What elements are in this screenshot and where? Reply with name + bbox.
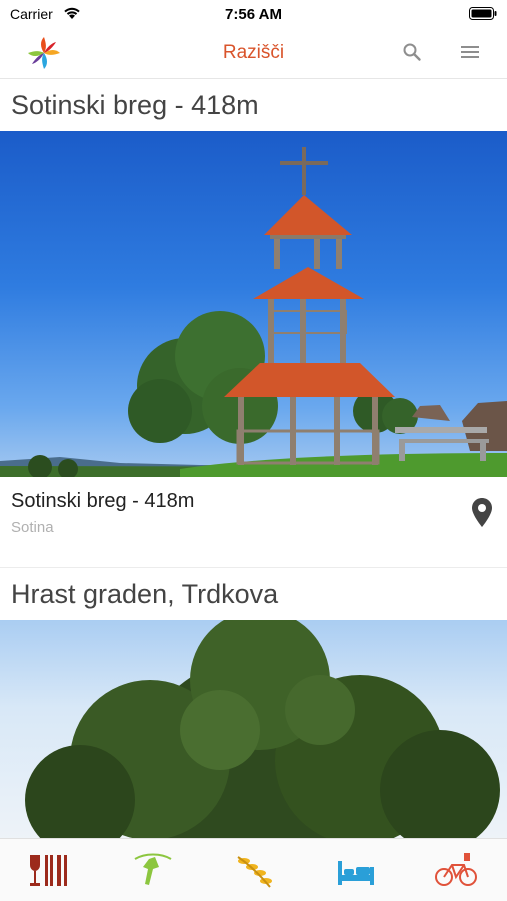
card-title: Sotinski breg - 418m — [11, 490, 195, 512]
location-pin-icon[interactable] — [470, 497, 494, 529]
card-header-title: Hrast graden, Trdkova — [0, 568, 507, 620]
status-time: 7:56 AM — [225, 6, 282, 23]
card-subtitle: Sotina — [11, 519, 54, 536]
cycling-icon[interactable] — [434, 851, 478, 891]
card-header-title: Sotinski breg - 418m — [0, 79, 507, 131]
page-title: Razišči — [222, 42, 285, 63]
status-bar: Carrier 7:56 AM — [0, 0, 507, 28]
menu-icon[interactable] — [460, 45, 480, 59]
navigation-bar: Razišči — [0, 28, 507, 79]
card-info[interactable]: Sotinski breg - 418m Sotina — [0, 477, 507, 568]
tab-bar — [0, 838, 507, 901]
food-drink-icon[interactable] — [26, 851, 70, 891]
bell-tower-illustration — [0, 147, 507, 477]
card-photo[interactable] — [0, 131, 507, 477]
accommodation-icon[interactable] — [334, 851, 378, 891]
hiking-icon[interactable] — [131, 851, 175, 891]
agriculture-icon[interactable] — [232, 851, 276, 891]
battery-icon — [469, 7, 497, 20]
card[interactable]: Hrast graden, Trdkova — [0, 568, 507, 838]
card-photo[interactable] — [0, 620, 507, 838]
content-list[interactable]: Sotinski breg - 418m Sotinski breg - 418… — [0, 79, 507, 838]
oak-tree-illustration — [25, 620, 500, 838]
card[interactable]: Sotinski breg - 418m Sotinski breg - 418… — [0, 79, 507, 568]
search-icon[interactable] — [402, 42, 422, 62]
